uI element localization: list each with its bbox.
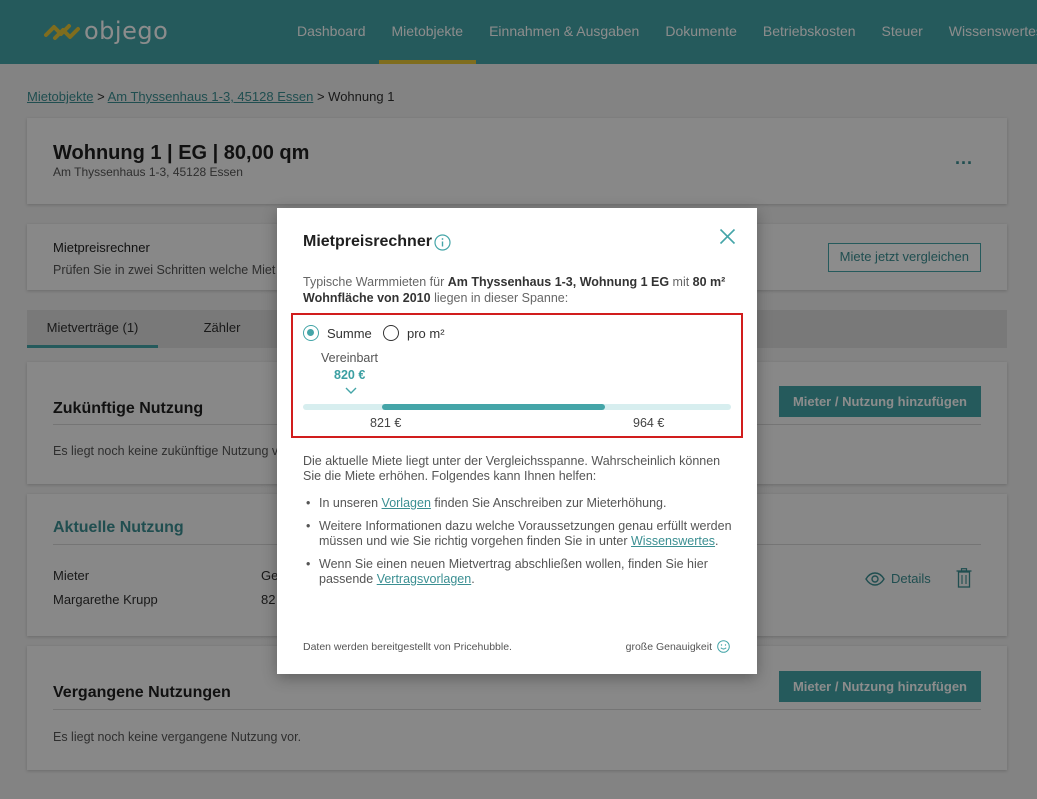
close-icon[interactable] <box>719 228 736 245</box>
range-max-label: 964 € <box>633 416 665 430</box>
wissenswertes-link[interactable]: Wissenswertes <box>631 534 715 548</box>
radio-summe-label: Summe <box>327 325 372 341</box>
agreed-rent-label: Vereinbart <box>321 351 378 365</box>
list-item: Weitere Informationen dazu welche Voraus… <box>306 519 733 549</box>
chevron-down-icon <box>345 387 357 394</box>
typical-range-bar <box>382 404 605 410</box>
rent-range-panel: Summe pro m² Vereinbart 820 € 821 € 964 … <box>291 313 743 438</box>
mietpreisrechner-modal: Mietpreisrechner Typische Warmmieten für… <box>277 208 757 674</box>
range-track <box>303 404 731 410</box>
radio-pro-qm-label: pro m² <box>407 325 445 341</box>
tip-text: . <box>715 534 719 548</box>
smiley-icon <box>717 640 730 653</box>
analysis-text: Die aktuelle Miete liegt unter der Vergl… <box>303 454 721 483</box>
intro-address: Am Thyssenhaus 1-3, Wohnung 1 EG <box>447 275 670 289</box>
radio-summe[interactable]: Summe <box>303 325 372 341</box>
data-source-note: Daten werden bereitgestellt von Pricehub… <box>303 641 512 653</box>
tip-text: In unseren <box>319 496 382 510</box>
list-item: Wenn Sie einen neuen Mietvertrag abschli… <box>306 557 733 587</box>
radio-checked-icon <box>303 325 319 341</box>
list-item: In unseren Vorlagen finden Sie Anschreib… <box>306 496 733 511</box>
tip-text: . <box>471 572 475 586</box>
range-min-label: 821 € <box>370 416 402 430</box>
vorlagen-link[interactable]: Vorlagen <box>382 496 431 510</box>
intro-text: Typische Warmmieten für <box>303 275 448 289</box>
radio-pro-qm[interactable]: pro m² <box>383 325 445 341</box>
tip-text: finden Sie Anschreiben zur Mieterhöhung. <box>430 496 667 510</box>
modal-intro: Typische Warmmieten für Am Thyssenhaus 1… <box>303 274 733 306</box>
agreed-rent-value: 820 € <box>334 368 366 382</box>
modal-title: Mietpreisrechner <box>303 233 432 250</box>
intro-text: liegen in dieser Spanne: <box>430 291 569 305</box>
vertragsvorlagen-link[interactable]: Vertragsvorlagen <box>377 572 472 586</box>
accuracy-label: große Genauigkeit <box>625 640 712 653</box>
info-icon[interactable] <box>434 234 451 251</box>
accuracy-indicator: große Genauigkeit <box>626 640 730 653</box>
radio-unchecked-icon <box>383 325 399 341</box>
intro-text: mit <box>669 275 693 289</box>
tips-list: In unseren Vorlagen finden Sie Anschreib… <box>306 496 733 595</box>
